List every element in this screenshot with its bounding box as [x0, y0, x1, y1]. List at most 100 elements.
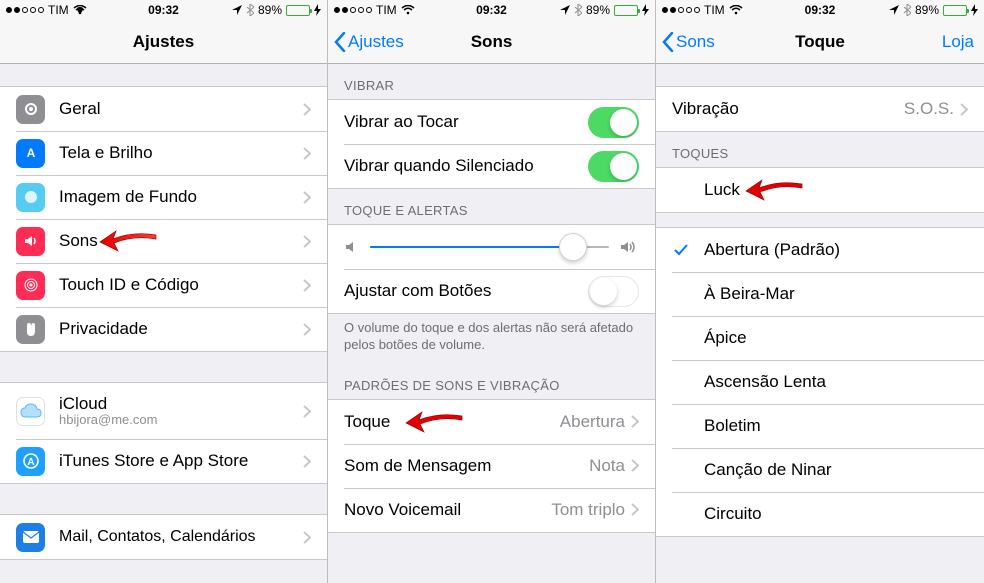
row-volume-slider[interactable] — [328, 225, 655, 269]
bluetooth-icon — [574, 4, 582, 16]
row-toque-boletim[interactable]: Boletim — [656, 404, 984, 448]
row-detail: Tom triplo — [551, 500, 625, 520]
row-imagem-fundo[interactable]: Imagem de Fundo — [0, 175, 327, 219]
row-label: Abertura (Padrão) — [704, 240, 968, 260]
carrier-label: TIM — [48, 3, 69, 17]
row-toque-beiramar[interactable]: À Beira-Mar — [656, 272, 984, 316]
screen-toque: TIM 09:32 89% Sons Toque Loja — [656, 0, 984, 583]
row-tela-brilho[interactable]: A Tela e Brilho — [0, 131, 327, 175]
status-time: 09:32 — [805, 3, 836, 17]
row-label: Privacidade — [59, 319, 303, 339]
carrier-label: TIM — [376, 3, 397, 17]
chevron-left-icon — [334, 32, 346, 52]
row-geral[interactable]: Geral — [0, 87, 327, 131]
row-ajustar-botoes[interactable]: Ajustar com Botões — [328, 269, 655, 313]
wallpaper-icon — [16, 183, 45, 212]
checkmark-icon — [672, 244, 690, 256]
volume-high-icon — [619, 239, 639, 255]
row-label: iTunes Store e App Store — [59, 451, 303, 471]
row-label: Canção de Ninar — [704, 460, 968, 480]
row-sons[interactable]: Sons — [0, 219, 327, 263]
svg-text:A: A — [26, 146, 35, 160]
row-label: Vibrar quando Silenciado — [344, 156, 588, 176]
battery-icon — [614, 5, 638, 16]
settings-group-2: iCloud hbijora@me.com A iTunes Store e A… — [0, 382, 327, 484]
footer-toque-alertas: O volume do toque e dos alertas não será… — [328, 314, 655, 364]
icloud-icon — [16, 397, 45, 426]
settings-group-1: Geral A Tela e Brilho Imagem de Fundo So… — [0, 86, 327, 352]
row-label: Mail, Contatos, Calendários — [59, 528, 303, 546]
row-toque-circuito[interactable]: Circuito — [656, 492, 984, 536]
row-novo-voicemail[interactable]: Novo Voicemail Tom triplo — [328, 488, 655, 532]
row-appstore[interactable]: A iTunes Store e App Store — [0, 439, 327, 483]
row-label: À Beira-Mar — [704, 284, 968, 304]
row-subtext: hbijora@me.com — [59, 413, 303, 427]
row-label: Tela e Brilho — [59, 143, 303, 163]
signal-dots-icon — [334, 7, 372, 13]
toggle-vibrar-tocar[interactable] — [588, 107, 639, 138]
row-privacidade[interactable]: Privacidade — [0, 307, 327, 351]
nav-title: Toque — [795, 32, 845, 52]
row-vibrar-tocar[interactable]: Vibrar ao Tocar — [328, 100, 655, 144]
appstore-icon: A — [16, 447, 45, 476]
header-vibrar: VIBRAR — [328, 64, 655, 99]
row-label: iCloud — [59, 395, 303, 414]
battery-pct: 89% — [586, 3, 610, 17]
status-time: 09:32 — [148, 3, 179, 17]
row-toque[interactable]: Toque Abertura — [328, 400, 655, 444]
nav-back-button[interactable]: Sons — [662, 32, 715, 52]
bluetooth-icon — [246, 4, 254, 16]
nav-title: Ajustes — [133, 32, 194, 52]
nav-right-button[interactable]: Loja — [942, 32, 974, 52]
chevron-right-icon — [303, 405, 311, 418]
wifi-icon — [73, 5, 87, 15]
row-mail[interactable]: Mail, Contatos, Calendários — [0, 515, 327, 559]
row-label: Ascensão Lenta — [704, 372, 968, 392]
signal-dots-icon — [6, 7, 44, 13]
status-bar: TIM 09:32 89% — [328, 0, 655, 20]
wifi-icon — [729, 5, 743, 15]
nav-back-button[interactable]: Ajustes — [334, 32, 404, 52]
row-label: Geral — [59, 99, 303, 119]
row-label: Circuito — [704, 504, 968, 524]
chevron-right-icon — [303, 103, 311, 116]
row-label: Novo Voicemail — [344, 500, 551, 520]
row-icloud[interactable]: iCloud hbijora@me.com — [0, 383, 327, 439]
header-toque-alertas: TOQUE E ALERTAS — [328, 189, 655, 224]
toggle-vibrar-silenciado[interactable] — [588, 151, 639, 182]
chevron-right-icon — [631, 415, 639, 428]
row-toque-luck[interactable]: Luck — [656, 168, 984, 212]
row-label: Toque — [344, 412, 560, 432]
screen-sons: TIM 09:32 89% Ajustes Sons VIBRAR — [328, 0, 656, 583]
volume-low-icon — [344, 239, 360, 255]
row-label: Touch ID e Código — [59, 275, 303, 295]
hand-icon — [16, 315, 45, 344]
row-toque-abertura[interactable]: Abertura (Padrão) — [656, 228, 984, 272]
toggle-ajustar-botoes[interactable] — [588, 276, 639, 307]
row-som-mensagem[interactable]: Som de Mensagem Nota — [328, 444, 655, 488]
chevron-right-icon — [631, 503, 639, 516]
screen-ajustes: TIM 09:32 89% Ajustes Geral — [0, 0, 328, 583]
row-detail: Abertura — [560, 412, 625, 432]
row-label: Luck — [704, 180, 968, 200]
row-touchid[interactable]: Touch ID e Código — [0, 263, 327, 307]
row-label: Ajustar com Botões — [344, 281, 588, 301]
row-toque-cancao[interactable]: Canção de Ninar — [656, 448, 984, 492]
nav-back-label: Ajustes — [348, 32, 404, 52]
mail-icon — [16, 523, 45, 552]
chevron-right-icon — [303, 235, 311, 248]
settings-group-3: Mail, Contatos, Calendários — [0, 514, 327, 560]
header-toques: TOQUES — [656, 132, 984, 167]
row-vibracao[interactable]: Vibração S.O.S. — [656, 87, 984, 131]
bluetooth-icon — [903, 4, 911, 16]
location-icon — [560, 5, 570, 15]
row-toque-ascensao[interactable]: Ascensão Lenta — [656, 360, 984, 404]
row-vibrar-silenciado[interactable]: Vibrar quando Silenciado — [328, 144, 655, 188]
nav-bar: Ajustes — [0, 20, 327, 64]
nav-back-label: Sons — [676, 32, 715, 52]
battery-icon — [286, 5, 310, 16]
row-toque-apice[interactable]: Ápice — [656, 316, 984, 360]
gear-icon — [16, 95, 45, 124]
charging-icon — [314, 4, 321, 16]
volume-slider[interactable] — [370, 246, 609, 248]
